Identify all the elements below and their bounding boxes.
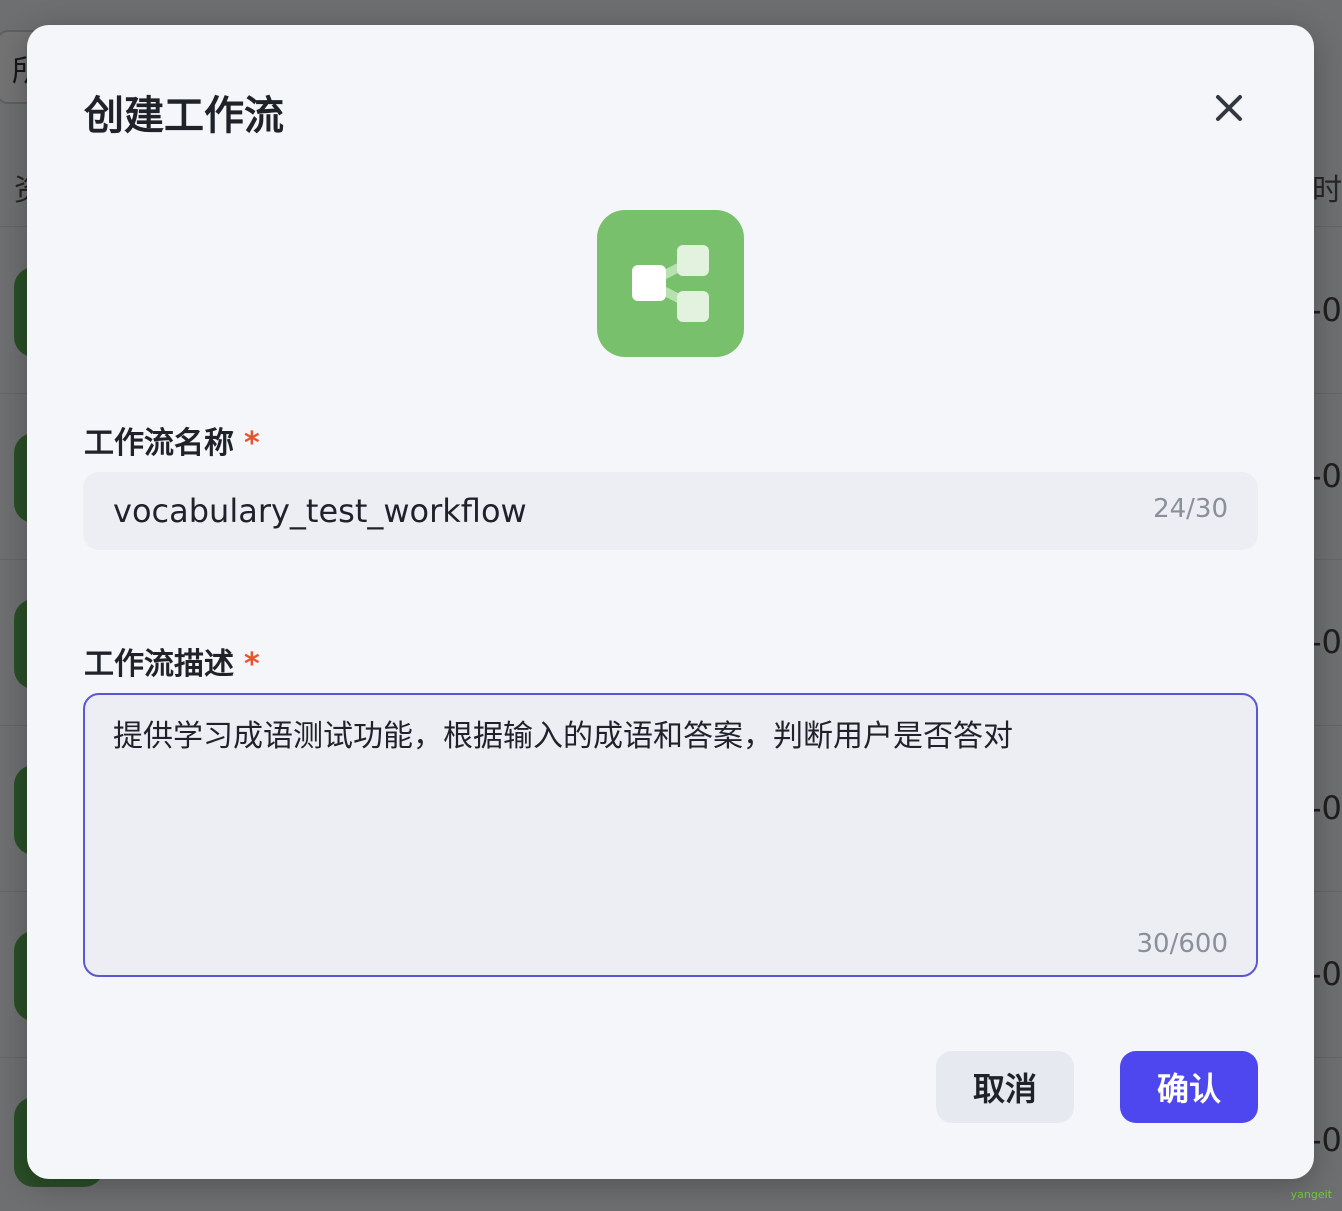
workflow-name-label: 工作流名称 *: [84, 418, 260, 462]
watermark: yangeit: [1290, 1188, 1332, 1201]
workflow-description-label: 工作流描述 *: [84, 639, 260, 683]
close-button[interactable]: [1208, 87, 1250, 129]
confirm-button[interactable]: 确认: [1120, 1051, 1258, 1123]
create-workflow-dialog: 创建工作流 工作流名称 * 24/30 工作流描述 * 提供学习成语测试功能，根据输…: [27, 25, 1314, 1179]
close-icon: [1216, 95, 1242, 121]
workflow-share-icon: [597, 210, 744, 357]
workflow-name-input[interactable]: [113, 472, 1113, 550]
workflow-description-label-text: 工作流描述: [84, 647, 234, 682]
workflow-description-field: 提供学习成语测试功能，根据输入的成语和答案，判断用户是否答对 30/600: [83, 693, 1258, 977]
workflow-name-counter: 24/30: [1153, 494, 1228, 524]
workflow-name-label-text: 工作流名称: [84, 426, 234, 461]
required-mark: *: [244, 426, 260, 461]
cancel-button[interactable]: 取消: [936, 1051, 1074, 1123]
required-mark: *: [244, 647, 260, 682]
workflow-description-textarea[interactable]: 提供学习成语测试功能，根据输入的成语和答案，判断用户是否答对: [113, 717, 1223, 917]
workflow-name-field: 24/30: [83, 472, 1258, 550]
dialog-title: 创建工作流: [84, 93, 284, 139]
workflow-description-counter: 30/600: [1136, 929, 1228, 959]
